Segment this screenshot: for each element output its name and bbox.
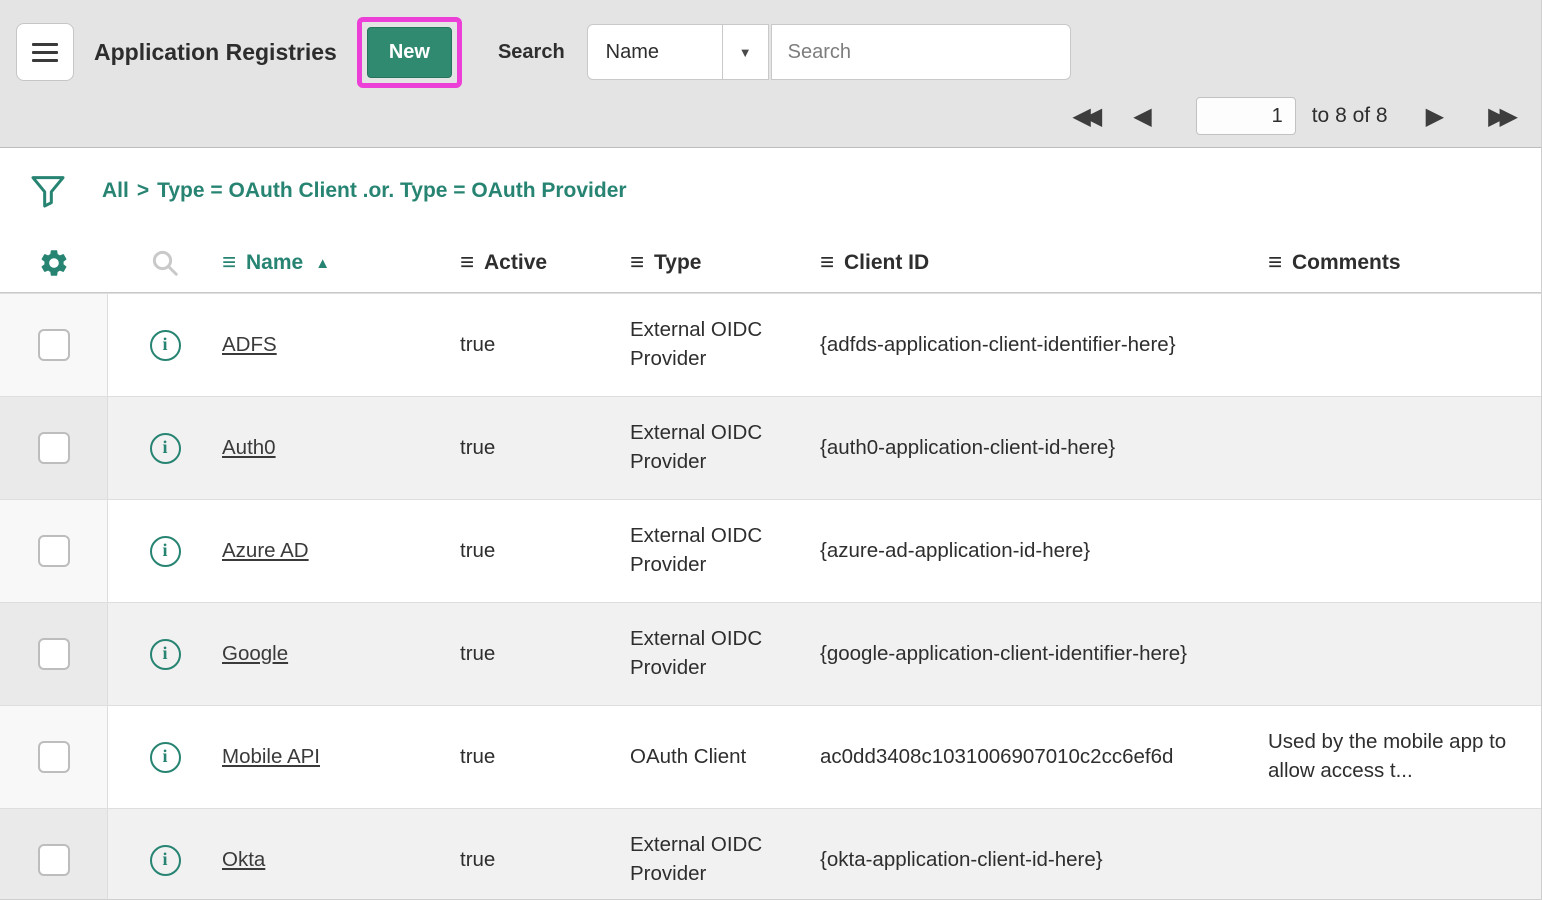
hamburger-menu-button[interactable] <box>16 23 74 81</box>
row-checkbox[interactable] <box>38 432 70 464</box>
column-menu-icon[interactable]: ≡ <box>222 249 236 277</box>
table-row: i Azure AD true External OIDC Provider {… <box>0 499 1541 602</box>
cell-type: OAuth Client <box>630 706 820 808</box>
breadcrumb-filter-condition-link[interactable]: Type = OAuth Client .or. Type = OAuth Pr… <box>157 179 626 202</box>
cell-comments <box>1268 809 1541 900</box>
cell-active: true <box>460 397 630 499</box>
breadcrumb-all-link[interactable]: All <box>102 179 129 202</box>
cell-comments <box>1268 397 1541 499</box>
record-link[interactable]: Okta <box>222 846 265 875</box>
header-bar: Application Registries New Search Name ▼… <box>0 0 1541 148</box>
column-header-active[interactable]: ≡ Active <box>460 249 630 277</box>
filter-breadcrumb-row: All > Type = OAuth Client .or. Type = OAut… <box>0 148 1541 234</box>
row-checkbox[interactable] <box>38 844 70 876</box>
new-record-button[interactable]: New <box>367 27 452 78</box>
row-checkbox[interactable] <box>38 741 70 773</box>
cell-comments <box>1268 500 1541 602</box>
breadcrumb-separator: > <box>137 179 149 202</box>
column-header-type[interactable]: ≡ Type <box>630 249 820 277</box>
hamburger-icon <box>32 43 58 46</box>
list-settings-cell <box>0 247 108 279</box>
cell-active: true <box>460 706 630 808</box>
pagination-range-label: to 8 of 8 <box>1312 104 1388 128</box>
search-icon[interactable] <box>150 248 180 278</box>
table-row: i Auth0 true External OIDC Provider {aut… <box>0 396 1541 499</box>
table-row: i ADFS true External OIDC Provider {adfd… <box>0 293 1541 396</box>
search-label: Search <box>498 41 565 64</box>
search-input[interactable] <box>771 24 1071 80</box>
new-button-highlight-annotation: New <box>357 17 462 88</box>
page-number-input[interactable] <box>1196 97 1296 135</box>
info-icon[interactable]: i <box>150 742 181 773</box>
info-icon[interactable]: i <box>150 639 181 670</box>
info-icon[interactable]: i <box>150 536 181 567</box>
cell-type: External OIDC Provider <box>630 603 820 705</box>
column-menu-icon[interactable]: ≡ <box>630 249 644 277</box>
gear-icon[interactable] <box>38 247 70 279</box>
record-link[interactable]: Azure AD <box>222 537 309 566</box>
first-page-button[interactable]: ◀◀ <box>1068 102 1099 131</box>
search-field-selected-value: Name <box>588 41 722 64</box>
filter-funnel-icon[interactable] <box>28 171 68 211</box>
table-header-row: ≡ Name ▲ ≡ Active ≡ Type ≡ Client ID ≡ C… <box>0 234 1541 293</box>
chevron-down-icon: ▼ <box>722 25 768 79</box>
column-menu-icon[interactable]: ≡ <box>1268 249 1282 277</box>
cell-comments <box>1268 603 1541 705</box>
pagination-bar: ◀◀ ◀ to 8 of 8 ▶ ▶▶ <box>0 90 1541 142</box>
header-row-main: Application Registries New Search Name ▼ <box>0 0 1541 90</box>
record-link[interactable]: ADFS <box>222 331 277 360</box>
cell-type: External OIDC Provider <box>630 294 820 396</box>
page-title: Application Registries <box>94 39 337 66</box>
table-row: i Okta true External OIDC Provider {okta… <box>0 808 1541 900</box>
column-header-client-id[interactable]: ≡ Client ID <box>820 249 1268 277</box>
next-page-button[interactable]: ▶ <box>1422 102 1448 131</box>
cell-client-id: {auth0-application-client-id-here} <box>820 397 1268 499</box>
breadcrumb: All > Type = OAuth Client .or. Type = OAut… <box>102 179 627 203</box>
cell-active: true <box>460 500 630 602</box>
previous-page-button[interactable]: ◀ <box>1129 102 1155 131</box>
cell-type: External OIDC Provider <box>630 809 820 900</box>
row-checkbox[interactable] <box>38 535 70 567</box>
record-link[interactable]: Mobile API <box>222 743 320 772</box>
record-link[interactable]: Google <box>222 640 288 669</box>
info-icon[interactable]: i <box>150 330 181 361</box>
record-link[interactable]: Auth0 <box>222 434 276 463</box>
cell-client-id: {okta-application-client-id-here} <box>820 809 1268 900</box>
cell-client-id: {azure-ad-application-id-here} <box>820 500 1268 602</box>
last-page-button[interactable]: ▶▶ <box>1484 102 1515 131</box>
info-icon[interactable]: i <box>150 433 181 464</box>
cell-comments <box>1268 294 1541 396</box>
cell-client-id: {google-application-client-identifier-he… <box>820 603 1268 705</box>
row-checkbox[interactable] <box>38 329 70 361</box>
column-menu-icon[interactable]: ≡ <box>820 249 834 277</box>
column-search-toggle-cell <box>108 248 222 278</box>
column-header-name[interactable]: ≡ Name ▲ <box>222 249 460 277</box>
column-menu-icon[interactable]: ≡ <box>460 249 474 277</box>
table-row: i Mobile API true OAuth Client ac0dd3408… <box>0 705 1541 808</box>
application-registries-page: Application Registries New Search Name ▼… <box>0 0 1542 900</box>
info-icon[interactable]: i <box>150 845 181 876</box>
cell-active: true <box>460 603 630 705</box>
cell-client-id: ac0dd3408c1031006907010c2cc6ef6d <box>820 706 1268 808</box>
cell-type: External OIDC Provider <box>630 500 820 602</box>
column-header-comments[interactable]: ≡ Comments <box>1268 249 1541 277</box>
cell-active: true <box>460 294 630 396</box>
cell-active: true <box>460 809 630 900</box>
table-row: i Google true External OIDC Provider {go… <box>0 602 1541 705</box>
cell-type: External OIDC Provider <box>630 397 820 499</box>
cell-client-id: {adfds-application-client-identifier-her… <box>820 294 1268 396</box>
search-field-dropdown[interactable]: Name ▼ <box>587 24 769 80</box>
row-checkbox[interactable] <box>38 638 70 670</box>
sort-ascending-icon: ▲ <box>315 255 330 272</box>
cell-comments: Used by the mobile app to allow access t… <box>1268 706 1541 808</box>
